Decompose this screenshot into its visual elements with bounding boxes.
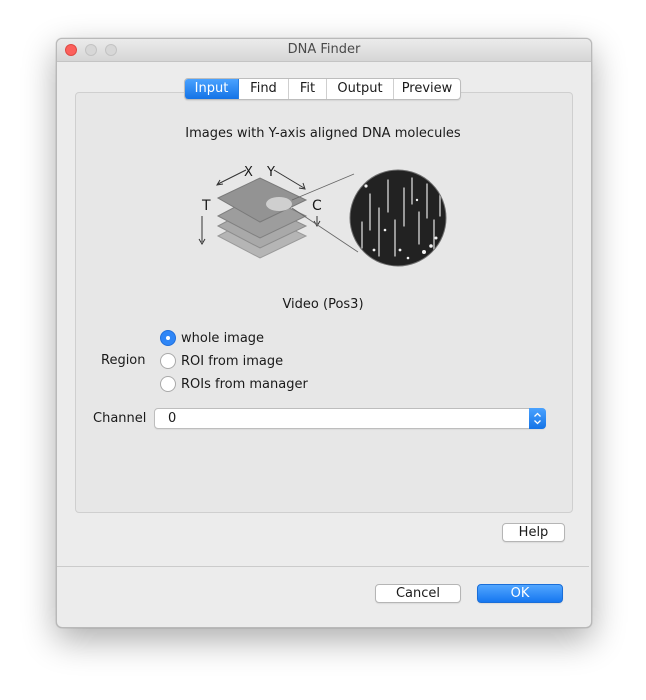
region-option-rois-from-manager[interactable]: ROIs from manager (160, 375, 308, 393)
x-axis-line (217, 169, 247, 185)
tab-bar: Input Find Fit Output Preview (184, 78, 461, 100)
roi-from-image-label: ROI from image (181, 353, 284, 369)
channel-label: Channel (93, 411, 147, 426)
tab-output[interactable]: Output (327, 79, 394, 99)
whole-image-label: whole image (181, 330, 265, 346)
y-axis-line (273, 169, 305, 189)
help-button[interactable]: Help (502, 523, 565, 542)
ok-button[interactable]: OK (477, 584, 563, 603)
cancel-button[interactable]: Cancel (375, 584, 461, 603)
t-axis-label: T (201, 198, 211, 214)
input-heading: Images with Y-axis aligned DNA molecules (185, 126, 461, 141)
tab-preview[interactable]: Preview (394, 79, 460, 99)
video-source-label: Video (Pos3) (282, 297, 364, 312)
window-title: DNA Finder (287, 42, 361, 57)
x-axis-label: X (244, 165, 253, 180)
tab-fit[interactable]: Fit (289, 79, 327, 99)
title-bar: DNA Finder (57, 39, 591, 62)
dna-molecules-zoom-view (350, 170, 446, 266)
whole-image-radio[interactable] (160, 330, 176, 346)
channel-select[interactable]: 0 (154, 408, 546, 429)
footer-separator (57, 566, 589, 567)
dna-stack-illustration: T X Y C (198, 165, 447, 267)
region-option-whole-image[interactable]: whole image (160, 329, 264, 347)
rois-from-manager-radio[interactable] (160, 376, 176, 392)
tab-input[interactable]: Input (185, 79, 239, 99)
select-arrows-icon[interactable] (529, 408, 546, 429)
y-axis-label: Y (266, 165, 275, 180)
chevron-up-down-icon (534, 412, 541, 425)
zoom-region-marker (266, 197, 292, 211)
channel-select-value: 0 (168, 411, 177, 426)
region-label: Region (101, 353, 146, 368)
region-option-roi-from-image[interactable]: ROI from image (160, 352, 283, 370)
zoom-connector-bottom (291, 207, 359, 253)
tab-find[interactable]: Find (239, 79, 289, 99)
zoom-connector-top (291, 173, 355, 201)
rois-from-manager-label: ROIs from manager (181, 376, 308, 392)
roi-from-image-radio[interactable] (160, 353, 176, 369)
c-axis-label: C (312, 198, 322, 214)
